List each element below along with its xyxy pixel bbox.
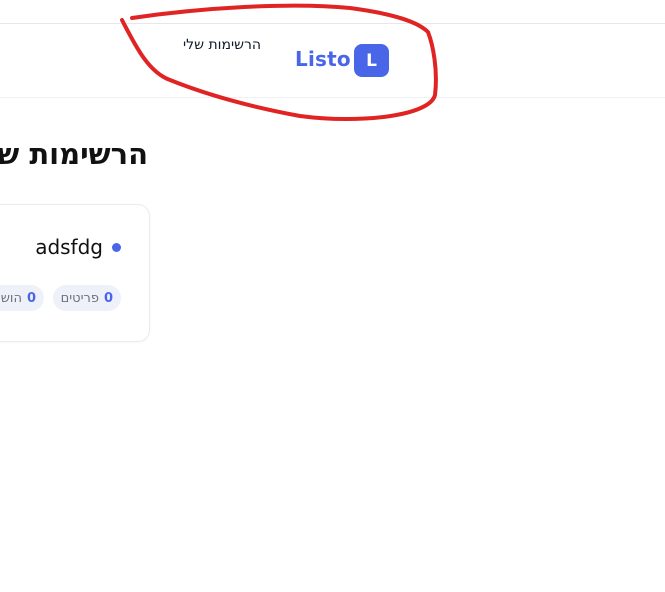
list-color-dot (112, 243, 121, 252)
nav-my-lists-link[interactable]: הרשימות שלי (183, 37, 261, 53)
items-count: 0 (103, 290, 113, 306)
done-count: 0 (26, 290, 36, 306)
items-label: פריטים (60, 290, 99, 306)
brand-name[interactable]: Listo (295, 47, 351, 71)
items-count-badge: 0 פריטים (53, 285, 121, 311)
list-card[interactable] (0, 204, 150, 342)
page: L Listo הרשימות שלי הרשימות ש adsfdg 0 פ… (0, 0, 665, 592)
list-card-title[interactable]: adsfdg (35, 235, 103, 259)
page-title: הרשימות ש (0, 137, 148, 171)
done-count-badge: 0 הוש (0, 285, 44, 311)
logo-badge[interactable]: L (354, 44, 389, 77)
logo-letter: L (366, 50, 377, 71)
done-label: הוש (0, 290, 22, 306)
